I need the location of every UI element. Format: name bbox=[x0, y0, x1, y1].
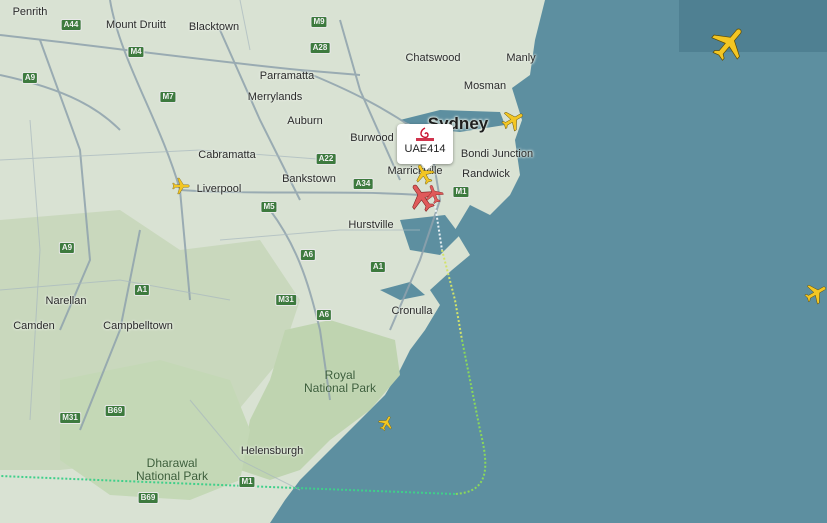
aircraft-icon[interactable] bbox=[171, 176, 191, 196]
map-canvas[interactable] bbox=[0, 0, 827, 523]
place-label-liverpool: Liverpool bbox=[196, 183, 242, 195]
road-shield: M4 bbox=[127, 46, 145, 58]
road-shield: M31 bbox=[275, 294, 297, 306]
road-shield: A6 bbox=[299, 249, 317, 261]
road-shield: A44 bbox=[60, 19, 82, 31]
place-label-chatswood: Chatswood bbox=[405, 52, 461, 64]
emirates-logo-icon bbox=[416, 127, 434, 141]
road-shield: A28 bbox=[309, 42, 331, 54]
road-shield: A1 bbox=[369, 261, 387, 273]
park-label-line: National Park bbox=[135, 469, 209, 483]
place-label-parramatta: Parramatta bbox=[259, 70, 315, 82]
place-label-merrylands: Merrylands bbox=[247, 91, 303, 103]
road-shield: B69 bbox=[137, 492, 159, 504]
place-label-randwick: Randwick bbox=[462, 168, 510, 180]
road-shield: M5 bbox=[260, 201, 278, 213]
park-label-line: National Park bbox=[303, 381, 377, 395]
road-shield: M1 bbox=[452, 186, 470, 198]
place-label-bankstown: Bankstown bbox=[282, 173, 336, 185]
road-shield: M7 bbox=[159, 91, 177, 103]
park-label-dharawal: Dharawal National Park bbox=[136, 457, 208, 483]
place-label-narellan: Narellan bbox=[45, 295, 87, 307]
place-label-cronulla: Cronulla bbox=[391, 305, 433, 317]
road-shield: M9 bbox=[310, 16, 328, 28]
place-label-helensburgh: Helensburgh bbox=[240, 445, 304, 457]
place-label-mosman: Mosman bbox=[463, 80, 507, 92]
road-shield: A6 bbox=[315, 309, 333, 321]
place-label-penrith: Penrith bbox=[12, 6, 48, 18]
road-shield: A9 bbox=[21, 72, 39, 84]
place-label-bondi-junction: Bondi Junction bbox=[460, 148, 534, 160]
place-label-mount-druitt: Mount Druitt bbox=[106, 19, 166, 31]
place-label-hurstville: Hurstville bbox=[348, 219, 394, 231]
road-shield: A1 bbox=[133, 284, 151, 296]
place-label-manly: Manly bbox=[506, 52, 536, 64]
place-label-burwood: Burwood bbox=[350, 132, 394, 144]
place-label-camden: Camden bbox=[13, 320, 55, 332]
road-shield: B69 bbox=[104, 405, 126, 417]
park-label-royal: Royal National Park bbox=[304, 369, 376, 395]
road-shield: A22 bbox=[315, 153, 337, 165]
place-label-cabramatta: Cabramatta bbox=[198, 149, 256, 161]
road-shield: M31 bbox=[59, 412, 81, 424]
place-label-blacktown: Blacktown bbox=[188, 21, 240, 33]
place-label-campbelltown: Campbelltown bbox=[103, 320, 173, 332]
flight-callsign: UAE414 bbox=[404, 143, 446, 155]
road-shield: M1 bbox=[238, 476, 256, 488]
road-shield: A9 bbox=[58, 242, 76, 254]
road-shield: A34 bbox=[352, 178, 374, 190]
place-label-auburn: Auburn bbox=[287, 115, 323, 127]
